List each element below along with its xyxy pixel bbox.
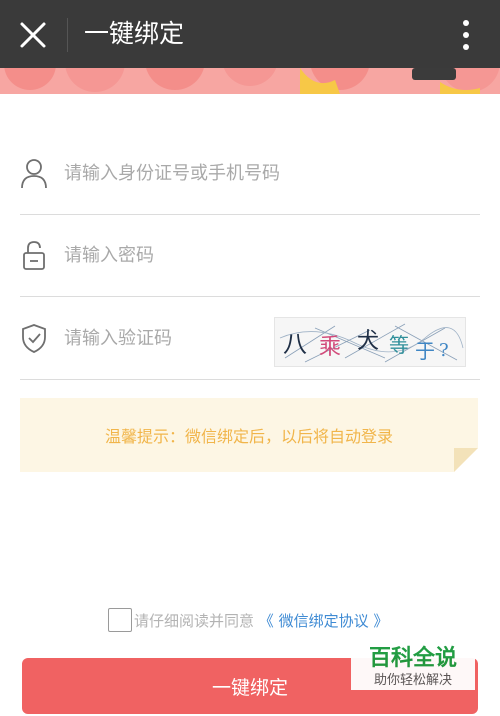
agreement-label: 请仔细阅读并同意 bbox=[134, 612, 255, 630]
page-fold-icon bbox=[454, 448, 478, 472]
svg-text:犬: 犬 bbox=[357, 329, 379, 354]
more-vertical-icon bbox=[463, 20, 469, 50]
watermark-logo: 百科全说 助你轻松解决 bbox=[351, 638, 475, 690]
tip-text: 温馨提示：微信绑定后，以后将自动登录 bbox=[104, 427, 393, 446]
id-or-phone-input[interactable] bbox=[64, 154, 464, 192]
user-icon bbox=[21, 159, 47, 189]
lock-icon bbox=[23, 241, 45, 270]
svg-text:于: 于 bbox=[415, 339, 435, 363]
captcha-graphic: 八 乘 犬 等 于 ? bbox=[275, 318, 465, 366]
close-icon bbox=[20, 22, 46, 48]
svg-text:?: ? bbox=[439, 340, 449, 361]
close-button[interactable] bbox=[18, 20, 48, 50]
agreement-row: 请仔细阅读并同意 《 微信绑定协议 》 bbox=[108, 608, 408, 634]
agreement-link[interactable]: 《 微信绑定协议 》 bbox=[259, 612, 389, 630]
agreement-text: 请仔细阅读并同意 《 微信绑定协议 》 bbox=[134, 610, 388, 631]
captcha-input[interactable] bbox=[64, 319, 264, 357]
password-row bbox=[20, 214, 480, 297]
watermark-subtitle: 助你轻松解决 bbox=[373, 673, 452, 688]
svg-text:乘: 乘 bbox=[319, 335, 341, 360]
svg-text:等: 等 bbox=[389, 333, 409, 357]
topbar-divider bbox=[67, 18, 68, 52]
captcha-row: 八 乘 犬 等 于 ? bbox=[20, 297, 480, 380]
username-row bbox=[20, 132, 480, 215]
header-banner bbox=[0, 68, 500, 94]
page-title: 一键绑定 bbox=[84, 19, 185, 48]
watermark-title: 百科全说 bbox=[368, 646, 457, 671]
captcha-image[interactable]: 八 乘 犬 等 于 ? bbox=[274, 317, 466, 367]
agree-checkbox[interactable] bbox=[108, 608, 132, 632]
shield-check-icon bbox=[22, 324, 46, 353]
more-button[interactable] bbox=[458, 18, 474, 52]
password-input[interactable] bbox=[64, 236, 464, 274]
top-bar: 一键绑定 bbox=[0, 0, 500, 68]
banner-illustration bbox=[0, 68, 500, 94]
svg-text:八: 八 bbox=[283, 330, 307, 358]
tip-box: 温馨提示：微信绑定后，以后将自动登录 bbox=[20, 398, 478, 472]
